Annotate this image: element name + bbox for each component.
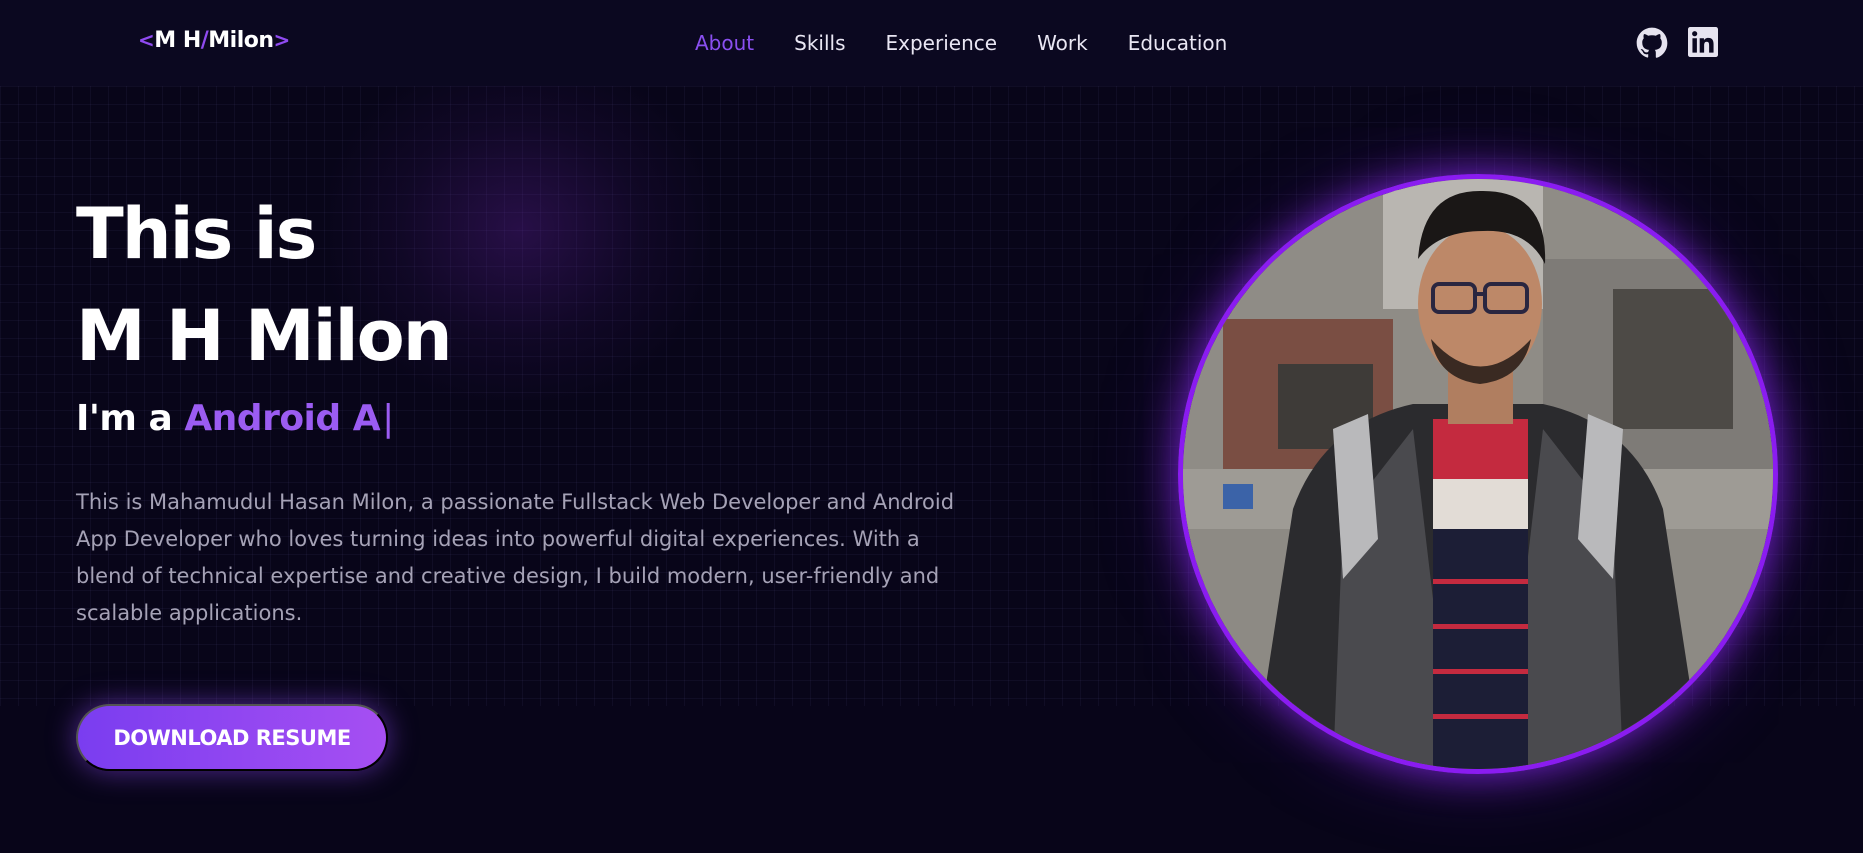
hero-description: This is Mahamudul Hasan Milon, a passion…	[76, 490, 955, 625]
logo-open-bracket: <	[138, 28, 155, 52]
nav-about[interactable]: About	[695, 31, 754, 55]
hero-title-line1: This is	[76, 193, 317, 275]
nav-experience[interactable]: Experience	[886, 31, 998, 55]
download-resume-button[interactable]: DOWNLOAD RESUME	[76, 704, 388, 771]
profile-photo	[1178, 174, 1778, 774]
role-typed-text: Android A	[184, 398, 381, 439]
logo-close-bracket: >	[273, 28, 291, 52]
profile-photo-illustration	[1183, 179, 1773, 769]
navbar: <M H/Milon> About Skills Experience Work…	[0, 0, 1863, 86]
nav-education[interactable]: Education	[1128, 31, 1228, 55]
nav-work[interactable]: Work	[1037, 31, 1088, 55]
typing-cursor: |	[382, 398, 394, 439]
main-nav: About Skills Experience Work Education	[695, 31, 1227, 55]
nav-skills[interactable]: Skills	[794, 31, 845, 55]
hero-role: I'm a Android A|	[76, 398, 394, 439]
hero-title-line2: M H Milon	[76, 295, 453, 377]
github-icon[interactable]	[1636, 27, 1668, 59]
role-prefix: I'm a	[76, 398, 173, 439]
logo[interactable]: <M H/Milon>	[138, 28, 290, 53]
logo-name: Milon	[208, 28, 274, 53]
logo-initials: M H	[154, 28, 201, 53]
hero-title: This is M H Milon	[76, 183, 453, 387]
linkedin-icon[interactable]	[1688, 27, 1720, 59]
